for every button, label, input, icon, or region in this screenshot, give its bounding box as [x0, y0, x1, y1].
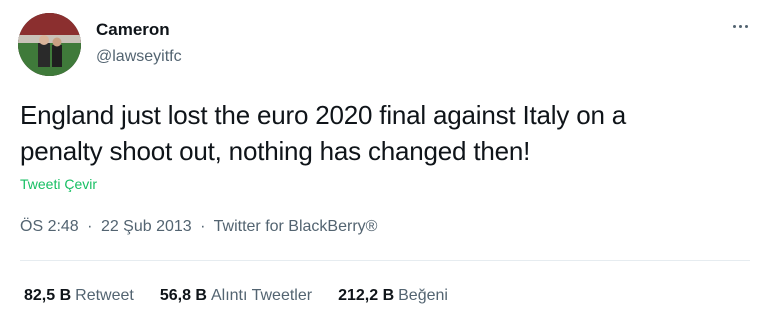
retweet-count-label: Retweet	[75, 287, 134, 304]
quote-count-label: Alıntı Tweetler	[210, 287, 313, 304]
translate-tweet-link[interactable]: Tweeti Çevir	[20, 176, 97, 192]
display-name[interactable]: Cameron	[96, 20, 182, 40]
avatar-image	[18, 13, 81, 76]
quote-tweet-count[interactable]: 56,8 B Alıntı Tweetler	[160, 287, 312, 305]
divider	[20, 260, 750, 261]
avatar[interactable]	[18, 13, 81, 76]
tweet-text: England just lost the euro 2020 final ag…	[20, 97, 750, 169]
retweet-count-value: 82,5 B	[24, 287, 72, 304]
tweet-text-line: penalty shoot out, nothing has changed t…	[20, 136, 531, 166]
tweet-card: Cameron @lawseyitfc England just lost th…	[0, 0, 770, 326]
retweet-count[interactable]: 82,5 B Retweet	[24, 287, 134, 305]
tweet-date[interactable]: 22 Şub 2013	[101, 218, 192, 235]
engagement-stats: 82,5 B Retweet 56,8 B Alıntı Tweetler 212,…	[24, 287, 448, 305]
tweet-text-line: England just lost the euro 2020 final ag…	[20, 100, 626, 130]
like-count-label: Beğeni	[398, 287, 448, 304]
tweet-metadata: ÖS 2:48 · 22 Şub 2013 · Twitter for Blac…	[20, 218, 377, 236]
tweet-source[interactable]: Twitter for BlackBerry®	[214, 218, 378, 235]
like-count[interactable]: 212,2 B Beğeni	[338, 287, 448, 305]
meta-separator: ·	[87, 218, 93, 235]
like-count-value: 212,2 B	[338, 287, 395, 304]
user-handle[interactable]: @lawseyitfc	[96, 47, 182, 67]
author-info: Cameron @lawseyitfc	[96, 20, 182, 67]
tweet-time[interactable]: ÖS 2:48	[20, 218, 79, 235]
quote-count-value: 56,8 B	[159, 287, 207, 304]
meta-separator: ·	[200, 218, 206, 235]
more-options-icon[interactable]	[728, 18, 752, 34]
